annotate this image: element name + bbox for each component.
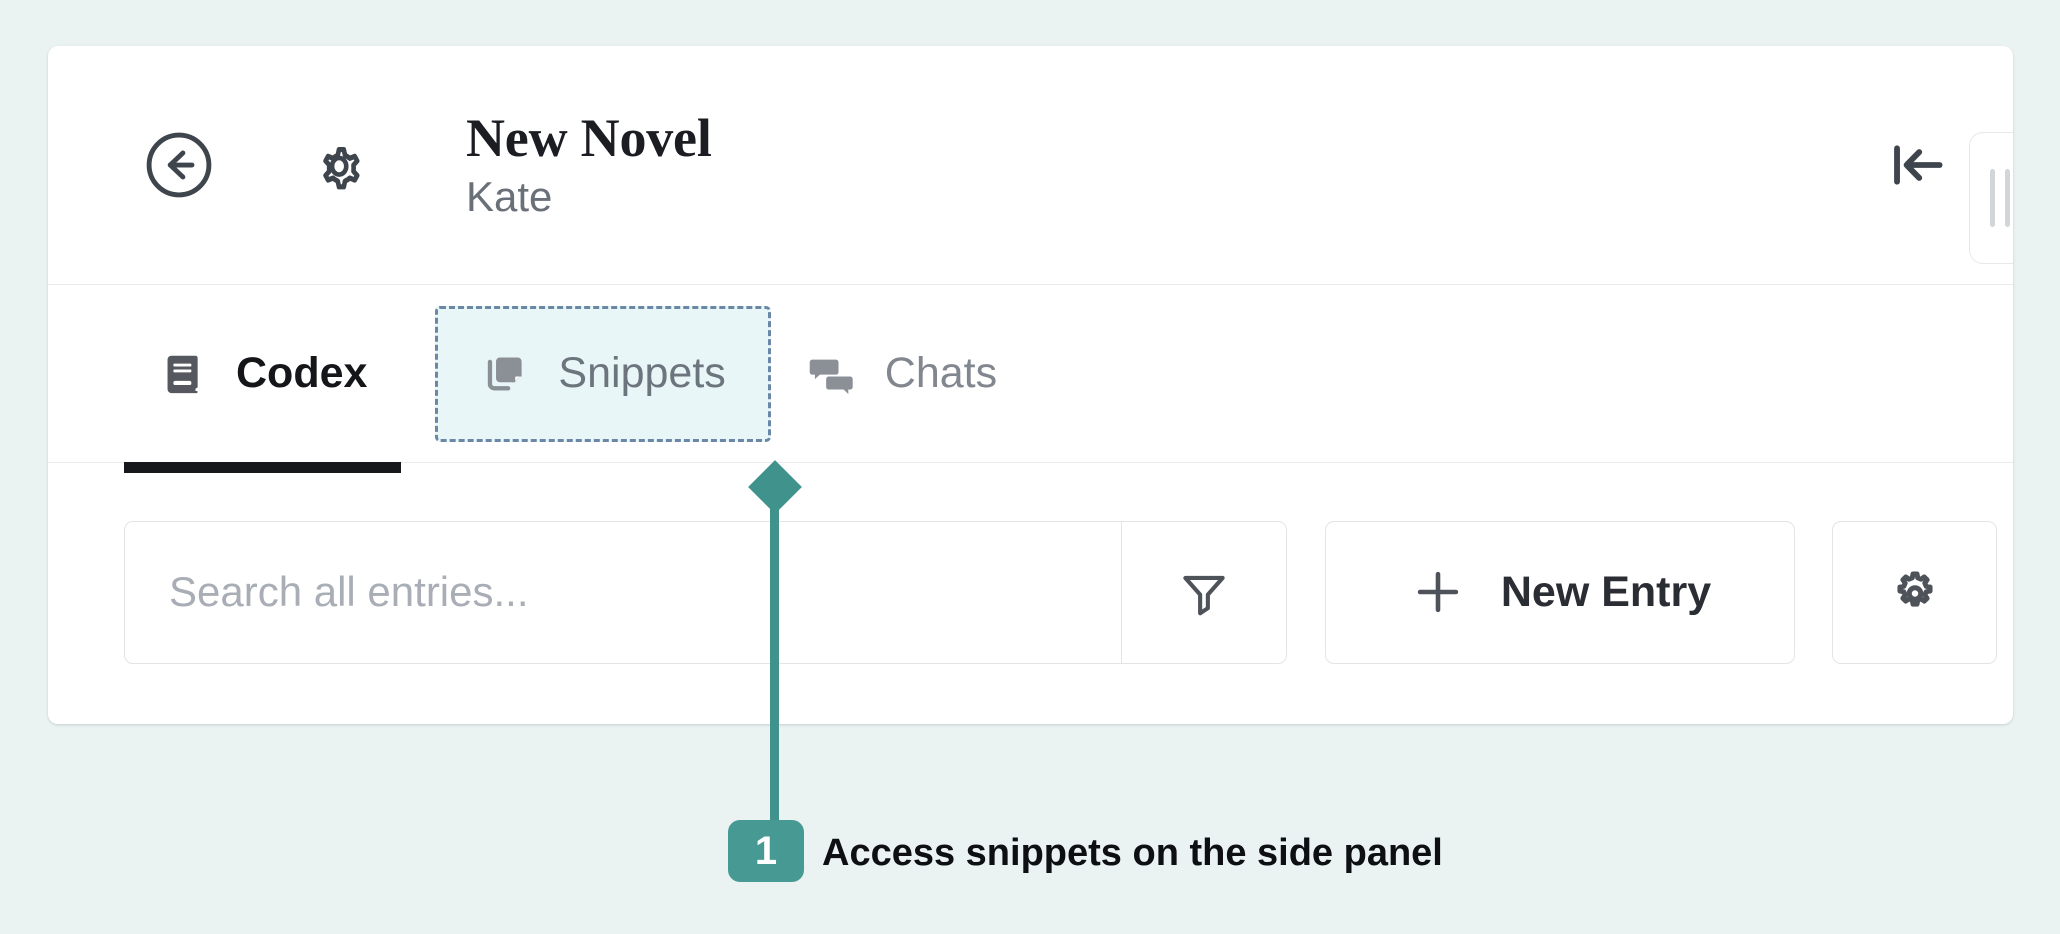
side-panel: New Novel Kate Codex Snippets Chats Sear… — [48, 46, 2013, 724]
annotation-caption: Access snippets on the side panel — [822, 832, 1443, 874]
annotation-step-badge: 1 — [728, 820, 804, 882]
tab-label: Codex — [236, 349, 368, 397]
plus-icon — [1409, 563, 1467, 621]
tab-label: Snippets — [558, 349, 726, 397]
panel-header: New Novel Kate — [48, 46, 2013, 285]
tab-chats[interactable]: Chats — [771, 285, 1031, 462]
tab-codex[interactable]: Codex — [124, 285, 402, 473]
panel-resize-handle[interactable] — [1969, 132, 2013, 264]
gear-icon — [1896, 571, 1933, 607]
project-title-block: New Novel Kate — [466, 108, 712, 220]
project-settings-button[interactable] — [302, 128, 376, 202]
panel-tabs: Codex Snippets Chats — [48, 285, 2013, 473]
tab-label: Chats — [884, 349, 998, 397]
tab-snippets[interactable]: Snippets — [435, 305, 771, 442]
gear-icon — [323, 146, 360, 190]
codex-toolbar: New Entry — [48, 463, 2013, 721]
codex-settings-button[interactable] — [1832, 520, 1997, 664]
collapse-panel-button[interactable] — [1881, 128, 1955, 202]
drag-handle-bar — [1990, 169, 1995, 227]
drag-handle-bar — [2005, 169, 2010, 227]
page-title: New Novel — [466, 108, 712, 169]
filter-button[interactable] — [1121, 521, 1286, 663]
project-author: Kate — [466, 172, 553, 220]
copy-icon — [480, 348, 532, 400]
arrow-left-circle-icon — [146, 132, 212, 198]
search-input[interactable] — [125, 521, 1121, 663]
new-entry-button[interactable]: New Entry — [1325, 520, 1795, 664]
chat-bubbles-icon — [805, 347, 859, 401]
search-group — [124, 520, 1287, 664]
book-icon — [158, 348, 210, 400]
collapse-panel-left-icon — [1894, 145, 1943, 185]
annotation-step-number: 1 — [754, 829, 778, 873]
new-entry-label: New Entry — [1500, 567, 1712, 616]
filter-funnel-icon — [1183, 575, 1225, 616]
back-button[interactable] — [140, 126, 218, 204]
